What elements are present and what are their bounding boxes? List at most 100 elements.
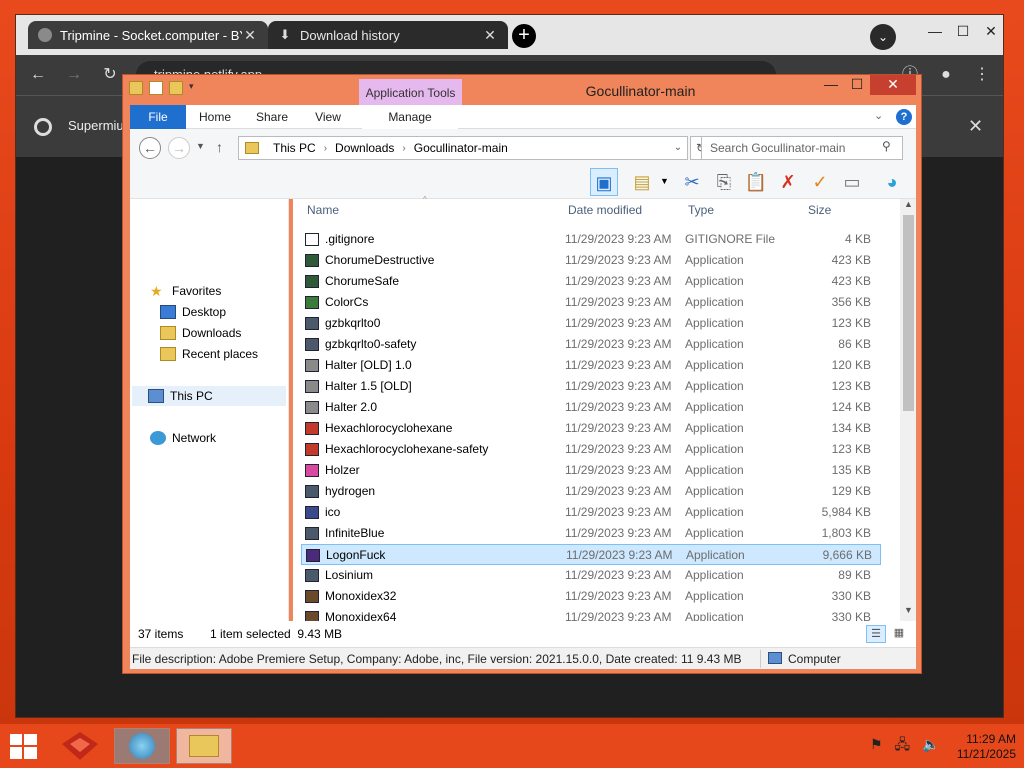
cut-icon[interactable]: ✂ bbox=[678, 168, 706, 196]
chevron-down-icon[interactable]: ⌄ bbox=[668, 136, 688, 160]
network-icon[interactable]: 🖧 bbox=[894, 736, 910, 752]
menu-icon[interactable]: ⋮ bbox=[972, 65, 992, 85]
column-size[interactable]: Size bbox=[808, 203, 831, 217]
nav-favorites[interactable]: ★ Favorites bbox=[150, 281, 221, 301]
file-date: 11/29/2023 9:23 AM bbox=[565, 589, 672, 603]
vertical-scrollbar[interactable]: ▲ ▼ bbox=[900, 199, 916, 621]
application-icon bbox=[305, 338, 319, 351]
address-row: ← → ▼ ↑ This PC › Downloads › Gocullinat… bbox=[130, 129, 916, 165]
file-row[interactable]: InfiniteBlue 11/29/2023 9:23 AM Applicatio… bbox=[301, 523, 881, 544]
folder-options-icon[interactable]: ▤ bbox=[628, 168, 656, 196]
help-icon[interactable]: ? bbox=[896, 109, 912, 125]
forward-button[interactable]: → bbox=[168, 137, 190, 159]
file-row[interactable]: Hexachlorocyclohexane 11/29/2023 9:23 AM A… bbox=[301, 418, 881, 439]
close-button[interactable]: ✕ bbox=[974, 21, 1008, 45]
file-row[interactable]: ChorumeSafe 11/29/2023 9:23 AM Application… bbox=[301, 271, 881, 292]
column-type[interactable]: Type bbox=[688, 203, 714, 217]
recent-locations-icon[interactable]: ▼ bbox=[196, 141, 205, 151]
nav-downloads[interactable]: Downloads bbox=[160, 323, 241, 343]
chevron-right-icon[interactable]: › bbox=[324, 143, 327, 154]
file-type: Application bbox=[685, 505, 744, 519]
windows-start-icon[interactable] bbox=[10, 734, 38, 760]
column-name[interactable]: Name bbox=[307, 203, 339, 217]
file-row[interactable]: Hexachlorocyclohexane-safety 11/29/2023 9… bbox=[301, 439, 881, 460]
close-button[interactable]: ✕ bbox=[870, 75, 916, 95]
chevron-down-icon[interactable]: ▾ bbox=[189, 81, 194, 95]
back-icon[interactable]: ← bbox=[28, 65, 48, 85]
copy-icon[interactable]: ⎘ bbox=[710, 168, 738, 196]
flag-icon[interactable]: ⚑ bbox=[870, 736, 883, 752]
browser-taskbar-button[interactable] bbox=[114, 728, 170, 764]
breadcrumb-this-pc[interactable]: This PC bbox=[273, 141, 316, 155]
file-row[interactable]: gzbkqrlto0 11/29/2023 9:23 AM Application 1… bbox=[301, 313, 881, 334]
nav-label: Favorites bbox=[172, 284, 222, 298]
nav-recent-places[interactable]: Recent places bbox=[160, 344, 258, 364]
file-row[interactable]: Holzer 11/29/2023 9:23 AM Application 135 K… bbox=[301, 460, 881, 481]
file-row[interactable]: .gitignore 11/29/2023 9:23 AM GITIGNORE Fi… bbox=[301, 229, 881, 250]
chevron-right-icon[interactable]: › bbox=[402, 143, 405, 154]
nav-network[interactable]: Network bbox=[150, 428, 216, 448]
check-icon[interactable]: ✓ bbox=[806, 168, 834, 196]
scrollbar-thumb[interactable] bbox=[903, 215, 914, 411]
search-input[interactable]: Search Gocullinator-main bbox=[701, 136, 903, 160]
preview-pane-icon[interactable]: ▣ bbox=[590, 168, 618, 196]
tab-file[interactable]: File bbox=[130, 105, 186, 129]
file-row[interactable]: ColorCs 11/29/2023 9:23 AM Application 356 … bbox=[301, 292, 881, 313]
forward-icon[interactable]: → bbox=[64, 65, 84, 85]
maximize-button[interactable]: ☐ bbox=[843, 75, 871, 95]
reload-icon[interactable]: ↻ bbox=[100, 65, 120, 85]
close-icon[interactable]: ✕ bbox=[482, 27, 498, 44]
paste-icon[interactable]: 📋 bbox=[742, 168, 770, 196]
file-row[interactable]: Halter [OLD] 1.0 11/29/2023 9:23 AM Applic… bbox=[301, 355, 881, 376]
file-row[interactable]: hydrogen 11/29/2023 9:23 AM Application 129… bbox=[301, 481, 881, 502]
folder-icon[interactable] bbox=[129, 81, 143, 95]
new-tab-button[interactable]: + bbox=[512, 24, 536, 48]
large-icons-view-icon[interactable]: ▦ bbox=[890, 625, 908, 643]
file-type: Application bbox=[685, 316, 744, 330]
column-date-modified[interactable]: Date modified bbox=[568, 203, 642, 217]
tab-manage[interactable]: Manage bbox=[362, 105, 458, 129]
close-icon[interactable]: ✕ bbox=[968, 116, 983, 137]
globe-icon[interactable]: ◕ bbox=[878, 168, 906, 196]
file-name: Holzer bbox=[325, 463, 360, 477]
nav-this-pc[interactable]: This PC bbox=[132, 386, 286, 406]
tab-download-history[interactable]: ⬇ Download history ✕ bbox=[268, 21, 508, 49]
properties-icon[interactable] bbox=[149, 81, 163, 95]
tab-search-button[interactable]: ⌄ bbox=[870, 24, 896, 50]
explorer-taskbar-button[interactable] bbox=[176, 728, 232, 764]
file-row[interactable]: Monoxidex32 11/29/2023 9:23 AM Application… bbox=[301, 586, 881, 607]
tab-share[interactable]: Share bbox=[246, 105, 298, 129]
file-row[interactable]: ico 11/29/2023 9:23 AM Application 5,984 KB bbox=[301, 502, 881, 523]
breadcrumb-downloads[interactable]: Downloads bbox=[335, 141, 394, 155]
minimize-button[interactable]: — bbox=[817, 75, 845, 95]
new-folder-icon[interactable] bbox=[169, 81, 183, 95]
file-row[interactable]: Halter 2.0 11/29/2023 9:23 AM Application 1… bbox=[301, 397, 881, 418]
close-icon[interactable]: ✕ bbox=[242, 27, 258, 44]
chevron-down-icon[interactable]: ⌄ bbox=[874, 109, 883, 122]
chevron-down-icon[interactable]: ▼ bbox=[660, 176, 669, 186]
file-row[interactable]: Halter 1.5 [OLD] 11/29/2023 9:23 AM Applic… bbox=[301, 376, 881, 397]
back-button[interactable]: ← bbox=[139, 137, 161, 159]
address-bar[interactable]: This PC › Downloads › Gocullinator-main bbox=[238, 136, 688, 160]
tab-home[interactable]: Home bbox=[190, 105, 240, 129]
file-row[interactable]: Losinium 11/29/2023 9:23 AM Application 89 … bbox=[301, 565, 881, 586]
clock[interactable]: 11:29 AM 11/21/2025 bbox=[946, 732, 1016, 762]
up-arrow-icon[interactable]: ↑ bbox=[216, 139, 223, 155]
breadcrumb-current[interactable]: Gocullinator-main bbox=[414, 141, 508, 155]
rename-icon[interactable]: ▭ bbox=[838, 168, 866, 196]
file-row[interactable]: gzbkqrlto0-safety 11/29/2023 9:23 AM Appli… bbox=[301, 334, 881, 355]
volume-icon[interactable]: 🔈 bbox=[922, 736, 939, 752]
details-view-icon[interactable]: ☰ bbox=[866, 625, 886, 643]
scroll-down-icon[interactable]: ▼ bbox=[904, 605, 913, 615]
tab-view[interactable]: View bbox=[302, 105, 354, 129]
app-icon[interactable] bbox=[60, 730, 100, 762]
search-icon[interactable]: ⚲ bbox=[882, 139, 891, 153]
tab-tripmine[interactable]: Tripmine - Socket.computer - BY ✕ bbox=[28, 21, 268, 49]
file-row[interactable]: ChorumeDestructive 11/29/2023 9:23 AM Appl… bbox=[301, 250, 881, 271]
file-name: Hexachlorocyclohexane bbox=[325, 421, 453, 435]
nav-desktop[interactable]: Desktop bbox=[160, 302, 226, 322]
file-row[interactable]: LogonFuck 11/29/2023 9:23 AM Application 9,… bbox=[301, 544, 881, 565]
delete-icon[interactable]: ✗ bbox=[774, 168, 802, 196]
profile-icon[interactable]: ● bbox=[936, 65, 956, 85]
scroll-up-icon[interactable]: ▲ bbox=[904, 199, 913, 209]
